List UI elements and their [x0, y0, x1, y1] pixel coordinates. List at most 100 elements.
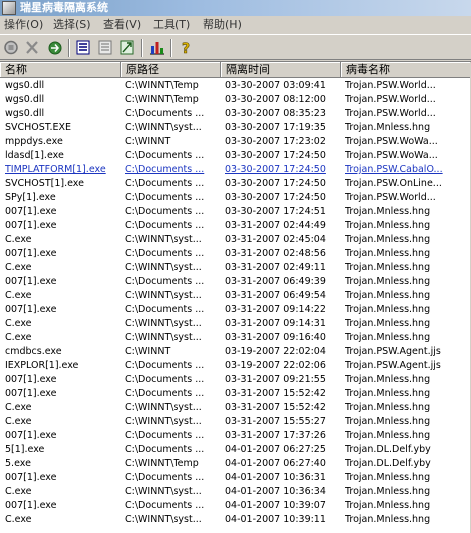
cell-virus-name: Trojan.PSW.Agent.jjs — [345, 346, 441, 357]
cell-quarantine-time: 03-31-2007 02:48:56 — [225, 248, 326, 259]
cell-virus-name: Trojan.Mnless.hng — [345, 332, 431, 343]
cell-original-path: C:\WINNT\syst... — [125, 514, 202, 525]
help-icon[interactable]: ? — [177, 39, 195, 56]
restore-icon[interactable] — [46, 39, 64, 56]
cell-original-path: C:\Documents ... — [125, 220, 205, 231]
cell-virus-name: Trojan.Mnless.hng — [345, 276, 431, 287]
table-row[interactable]: 007[1].exe C:\Documents ... 04-01-2007 10:… — [0, 499, 471, 513]
menu-select[interactable]: 选择(S) — [53, 18, 91, 32]
table-row[interactable]: C.exe C:\WINNT\syst... 04-01-2007 10:39:11… — [0, 513, 471, 527]
cell-original-path: C:\WINNT\Temp — [125, 458, 199, 469]
table-row[interactable]: 007[1].exe C:\Documents ... 03-31-2007 09:… — [0, 373, 471, 387]
cell-original-path: C:\WINNT\syst... — [125, 262, 202, 273]
table-row[interactable]: 007[1].exe C:\Documents ... 03-30-2007 17:… — [0, 205, 471, 219]
column-header-virus-name[interactable]: 病毒名称 — [341, 62, 471, 78]
stop-icon[interactable] — [2, 39, 20, 56]
cell-original-path: C:\Documents ... — [125, 472, 205, 483]
details-view-icon[interactable] — [74, 39, 92, 56]
table-row[interactable]: SVCHOST.EXE C:\WINNT\syst... 03-30-2007 17… — [0, 121, 471, 135]
statistics-icon[interactable] — [148, 39, 166, 56]
menu-view[interactable]: 查看(V) — [103, 18, 141, 32]
column-header-quarantine-time[interactable]: 隔离时间 — [221, 62, 341, 78]
cell-name: SVCHOST[1].exe — [5, 178, 84, 189]
cell-virus-name: Trojan.PSW.Agent.jjs — [345, 360, 441, 371]
delete-icon[interactable] — [23, 39, 41, 56]
table-row[interactable]: C.exe C:\WINNT\syst... 03-31-2007 06:49:54… — [0, 289, 471, 303]
cell-name: 007[1].exe — [5, 374, 57, 385]
table-row[interactable]: TIMPLATFORM[1].exe C:\Documents ... 03-30-… — [0, 163, 471, 177]
cell-quarantine-time: 04-01-2007 10:39:11 — [225, 514, 326, 525]
cell-quarantine-time: 03-31-2007 15:52:42 — [225, 402, 326, 413]
table-row[interactable]: 007[1].exe C:\Documents ... 03-31-2007 06:… — [0, 275, 471, 289]
table-row[interactable]: C.exe C:\WINNT\syst... 03-31-2007 15:55:27… — [0, 415, 471, 429]
cell-original-path: C:\Documents ... — [125, 150, 205, 161]
cell-original-path: C:\Documents ... — [125, 388, 205, 399]
table-row[interactable]: wgs0.dll C:\WINNT\Temp 03-30-2007 03:09:41… — [0, 79, 471, 93]
table-row[interactable]: 007[1].exe C:\Documents ... 03-31-2007 02:… — [0, 247, 471, 261]
menu-operation[interactable]: 操作(O) — [4, 18, 43, 32]
cell-original-path: C:\Documents ... — [125, 374, 205, 385]
table-row[interactable]: 5[1].exe C:\Documents ... 04-01-2007 06:27… — [0, 443, 471, 457]
table-row[interactable]: SPy[1].exe C:\Documents ... 03-30-2007 17:… — [0, 191, 471, 205]
cell-name: TIMPLATFORM[1].exe — [5, 164, 106, 175]
table-row[interactable]: C.exe C:\WINNT\syst... 03-31-2007 02:49:11… — [0, 261, 471, 275]
column-header-name[interactable]: 名称 — [0, 62, 121, 78]
cell-quarantine-time: 03-19-2007 22:02:04 — [225, 346, 326, 357]
cell-virus-name: Trojan.Mnless.hng — [345, 374, 431, 385]
cell-name: wgs0.dll — [5, 108, 45, 119]
table-row[interactable]: C.exe C:\WINNT\syst... 04-01-2007 10:36:34… — [0, 485, 471, 499]
menu-help[interactable]: 帮助(H) — [203, 18, 242, 32]
cell-name: C.exe — [5, 402, 32, 413]
cell-virus-name: Trojan.PSW.CabalO... — [345, 164, 443, 175]
cell-original-path: C:\WINNT\syst... — [125, 290, 202, 301]
cell-name: C.exe — [5, 486, 32, 497]
table-row[interactable]: C.exe C:\WINNT\syst... 03-31-2007 15:52:42… — [0, 401, 471, 415]
cell-original-path: C:\WINNT\syst... — [125, 332, 202, 343]
cell-virus-name: Trojan.DL.Delf.yby — [345, 444, 431, 455]
column-header-original-path[interactable]: 原路径 — [121, 62, 221, 78]
cell-virus-name: Trojan.Mnless.hng — [345, 472, 431, 483]
cell-original-path: C:\WINNT\syst... — [125, 234, 202, 245]
cell-quarantine-time: 03-30-2007 08:35:23 — [225, 108, 326, 119]
cell-virus-name: Trojan.Mnless.hng — [345, 514, 431, 525]
cell-original-path: C:\Documents ... — [125, 500, 205, 511]
cell-quarantine-time: 03-31-2007 09:16:40 — [225, 332, 326, 343]
cell-name: wgs0.dll — [5, 94, 45, 105]
table-row[interactable]: wgs0.dll C:\WINNT\Temp 03-30-2007 08:12:00… — [0, 93, 471, 107]
table-row[interactable]: 007[1].exe C:\Documents ... 03-31-2007 02:… — [0, 219, 471, 233]
toolbar-separator — [68, 39, 70, 57]
table-row[interactable]: ldasd[1].exe C:\Documents ... 03-30-2007 1… — [0, 149, 471, 163]
table-row[interactable]: cmdbcs.exe C:\WINNT 03-19-2007 22:02:04 Tro… — [0, 345, 471, 359]
table-row[interactable]: 007[1].exe C:\Documents ... 03-31-2007 15:… — [0, 387, 471, 401]
cell-name: C.exe — [5, 416, 32, 427]
table-row[interactable]: wgs0.dll C:\Documents ... 03-30-2007 08:35… — [0, 107, 471, 121]
export-icon[interactable] — [118, 39, 136, 56]
cell-virus-name: Trojan.Mnless.hng — [345, 318, 431, 329]
cell-original-path: C:\WINNT\Temp — [125, 80, 199, 91]
list-view-icon[interactable] — [96, 39, 114, 56]
table-row[interactable]: 007[1].exe C:\Documents ... 04-01-2007 10:… — [0, 471, 471, 485]
table-row[interactable]: C.exe C:\WINNT\syst... 03-31-2007 02:45:04… — [0, 233, 471, 247]
cell-virus-name: Trojan.Mnless.hng — [345, 262, 431, 273]
cell-quarantine-time: 04-01-2007 06:27:40 — [225, 458, 326, 469]
cell-quarantine-time: 03-30-2007 08:12:00 — [225, 94, 326, 105]
table-row[interactable]: 5.exe C:\WINNT\Temp 04-01-2007 06:27:40 Tro… — [0, 457, 471, 471]
menu-tools[interactable]: 工具(T) — [153, 18, 190, 32]
table-row[interactable]: IEXPLOR[1].exe C:\Documents ... 03-19-2007… — [0, 359, 471, 373]
table-row[interactable]: 007[1].exe C:\Documents ... 03-31-2007 09:… — [0, 303, 471, 317]
cell-original-path: C:\WINNT — [125, 346, 171, 357]
table-row[interactable]: C.exe C:\WINNT\syst... 03-31-2007 09:16:40… — [0, 331, 471, 345]
cell-quarantine-time: 03-30-2007 17:24:51 — [225, 206, 326, 217]
cell-name: 007[1].exe — [5, 388, 57, 399]
cell-quarantine-time: 03-30-2007 17:19:35 — [225, 122, 326, 133]
quarantine-list[interactable]: 名称 原路径 隔离时间 病毒名称 wgs0.dll C:\WINNT\Temp 03… — [0, 61, 471, 533]
table-row[interactable]: 007[1].exe C:\Documents ... 03-31-2007 17:… — [0, 429, 471, 443]
cell-quarantine-time: 03-31-2007 02:49:11 — [225, 262, 326, 273]
table-row[interactable]: mppdys.exe C:\WINNT 03-30-2007 17:23:02 Tro… — [0, 135, 471, 149]
cell-virus-name: Trojan.PSW.OnLine... — [345, 178, 442, 189]
cell-quarantine-time: 03-31-2007 15:52:42 — [225, 388, 326, 399]
cell-original-path: C:\WINNT\syst... — [125, 318, 202, 329]
table-row[interactable]: C.exe C:\WINNT\syst... 03-31-2007 09:14:31… — [0, 317, 471, 331]
table-row[interactable]: SVCHOST[1].exe C:\Documents ... 03-30-2007… — [0, 177, 471, 191]
cell-virus-name: Trojan.Mnless.hng — [345, 234, 431, 245]
